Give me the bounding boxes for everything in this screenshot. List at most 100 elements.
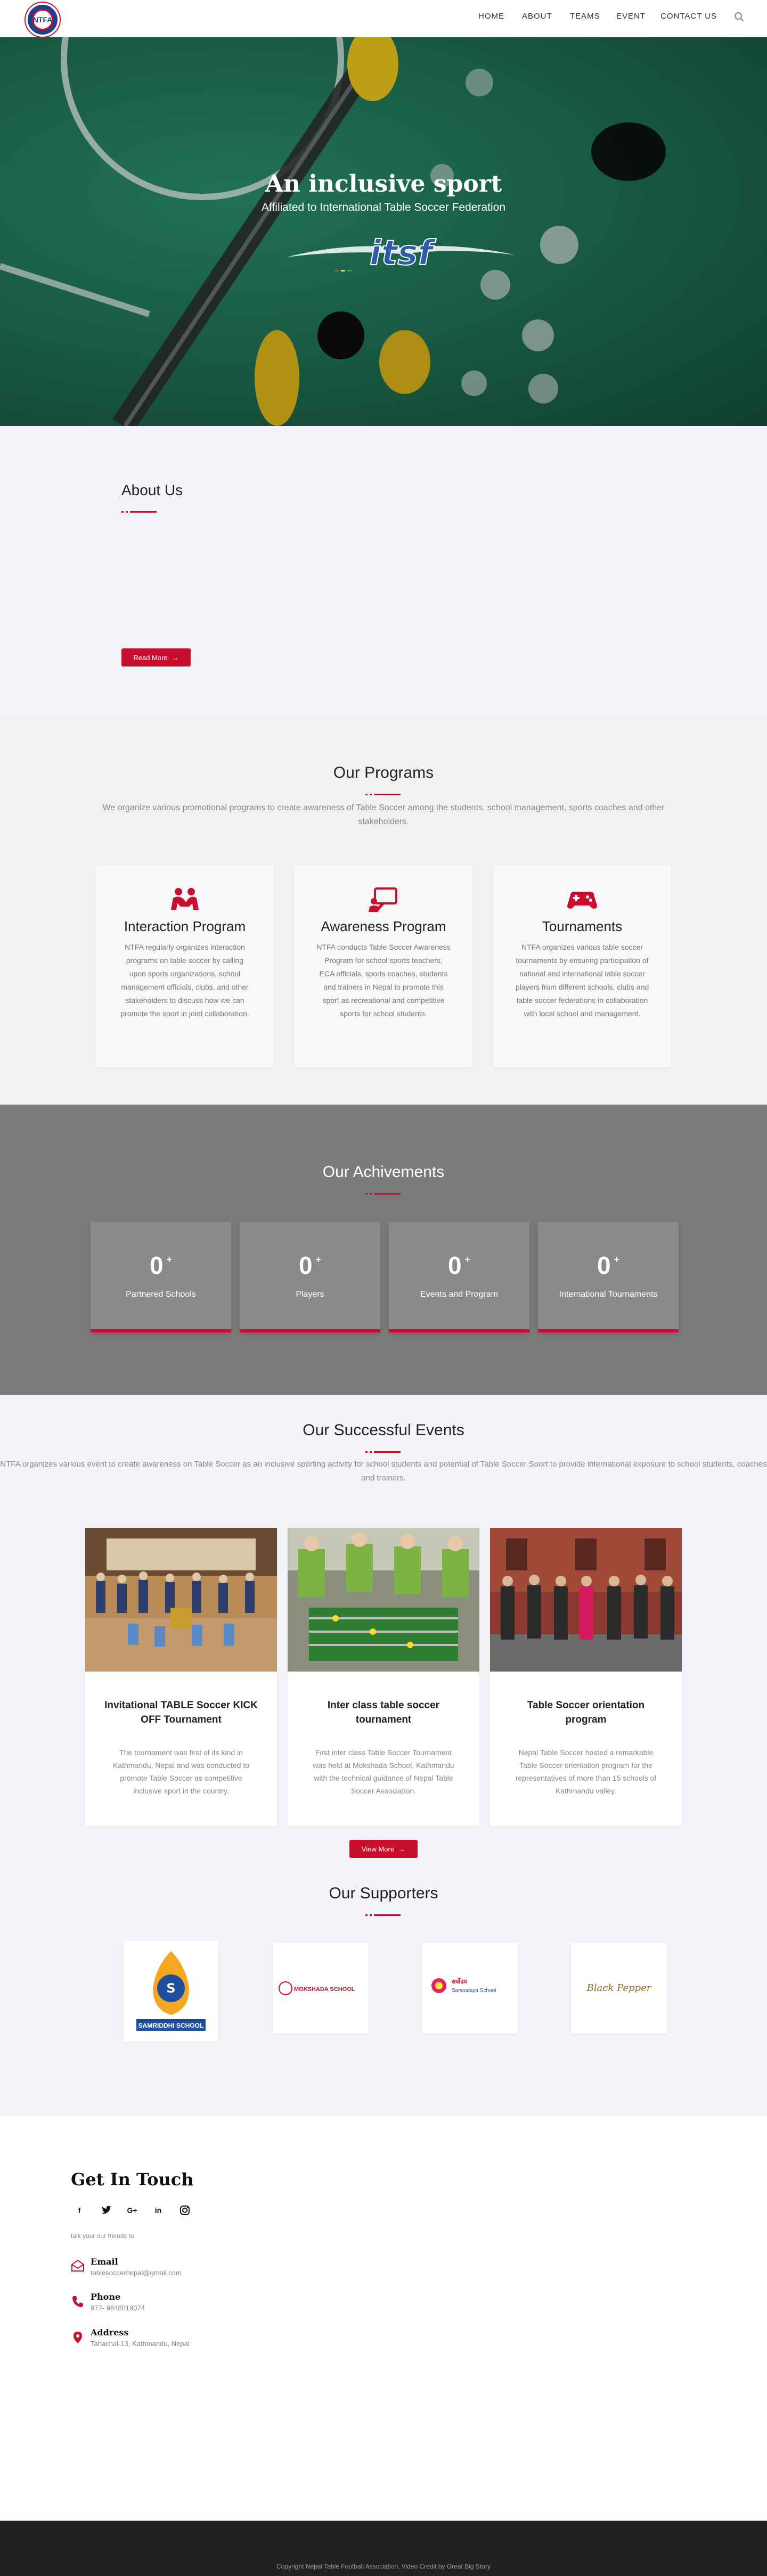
event-card: Invitational TABLE Soccer KICK OFF Tourn… (85, 1528, 277, 1826)
itsf-logo-text: itsf (370, 234, 437, 273)
gamepad-icon (567, 892, 597, 909)
achievement-accent-bar (91, 1329, 231, 1332)
about-divider (121, 511, 159, 513)
svg-text:SAMRIDDHI SCHOOL: SAMRIDDHI SCHOOL (138, 2022, 204, 2029)
nav-teams[interactable]: TEAMS (570, 12, 600, 21)
svg-text:S: S (166, 1981, 175, 1996)
contact-title: Get In Touch (71, 2169, 194, 2190)
email-value[interactable]: tablesoccernepal@gmail.com (91, 2269, 182, 2277)
programs-description: We organize various promotional programs… (102, 803, 665, 826)
nav-about[interactable]: ABOUT (522, 12, 552, 21)
presentation-icon (369, 887, 397, 912)
achievement-accent-bar (538, 1329, 679, 1332)
program-text: NTFA regularly organizes interaction pro… (120, 943, 249, 1018)
supporter-logo[interactable]: Black Pepper (571, 1943, 667, 2034)
programs-divider (365, 794, 402, 795)
footer: Copyright Nepal Table Football Associati… (0, 2521, 767, 2576)
achievement-card: 0 + Players (240, 1222, 380, 1332)
event-card: Table Soccer orientation program Nepal T… (490, 1528, 682, 1826)
achievement-plus: + (614, 1254, 620, 1265)
supporters-divider (365, 1914, 402, 1916)
contact-section: Get In Touch f G+ in talk your our frien… (0, 2116, 767, 2521)
instagram-icon[interactable] (178, 2204, 191, 2217)
google-plus-icon[interactable]: G+ (126, 2204, 138, 2217)
achievement-accent-bar (389, 1329, 529, 1332)
hero-banner: An inclusive sport Affiliated to Interna… (0, 37, 767, 426)
mokshada-school-logo: MOKSHADA SCHOOL (279, 1981, 355, 1995)
program-text: NTFA conducts Table Soccer Awareness Pro… (316, 943, 451, 1018)
read-more-button[interactable]: Read More → (121, 648, 191, 666)
program-card: Awareness Program NTFA conducts Table So… (295, 865, 472, 1067)
svg-text:Black Pepper: Black Pepper (586, 1982, 652, 1994)
address-value: Tahachal-13, Kathmandu, Nepal (91, 2340, 190, 2348)
programs-section: Our Programs We organize various promoti… (0, 716, 767, 1105)
program-title: Tournaments (542, 918, 623, 934)
events-divider (365, 1451, 402, 1453)
arrow-right-icon: → (398, 1845, 406, 1853)
achievement-label: International Tournaments (559, 1290, 658, 1299)
nav-event[interactable]: EVENT (616, 12, 646, 21)
top-navbar: NTFA HOME ABOUT TEAMS EVENT CONTACT US (0, 0, 767, 37)
site-logo[interactable]: NTFA (26, 3, 60, 37)
email-icon (71, 2259, 84, 2272)
samriddhi-school-logo: S SAMRIDDHI SCHOOL (136, 1951, 206, 2031)
itsf-logo: itsf (287, 233, 516, 274)
achievement-value: 0 (447, 1252, 462, 1279)
nav-contact-us[interactable]: CONTACT US (660, 12, 717, 21)
sarwodaya-school-logo: सर्वोदय Sarwodaya School (431, 1978, 496, 1994)
achievement-card: 0 + Partnered Schools (91, 1222, 231, 1332)
achievement-label: Events and Program (420, 1290, 498, 1299)
phone-value[interactable]: 977- 9848019074 (91, 2304, 145, 2312)
achievement-card: 0 + International Tournaments (538, 1222, 679, 1332)
event-photo (288, 1528, 479, 1672)
facebook-icon[interactable]: f (73, 2204, 86, 2217)
supporter-logo[interactable]: MOKSHADA SCHOOL (273, 1943, 369, 2034)
phone-label: Phone (91, 2292, 121, 2302)
svg-text:Sarwodaya School: Sarwodaya School (452, 1988, 496, 1994)
event-card: Inter class table soccer tournament Firs… (288, 1528, 479, 1826)
achievement-value: 0 (298, 1252, 313, 1279)
event-text: Nepal Table Soccer hosted a remarkable T… (515, 1748, 657, 1795)
view-more-label: View More (361, 1845, 395, 1853)
read-more-label: Read More (133, 653, 168, 662)
address-label: Address (91, 2327, 129, 2338)
search-icon[interactable] (733, 11, 746, 23)
achievement-accent-bar (240, 1329, 380, 1332)
view-more-button[interactable]: View More → (349, 1840, 418, 1858)
achievement-card: 0 + Events and Program (389, 1222, 529, 1332)
supporter-logo[interactable]: S SAMRIDDHI SCHOOL (124, 1940, 218, 2042)
events-section: Our Successful Events NTFA organizes var… (0, 1395, 767, 2116)
footer-copyright: Copyright Nepal Table Football Associati… (276, 2563, 491, 2570)
program-card: Interaction Program NTFA regularly organ… (96, 865, 274, 1067)
achievements-title: Our Achivements (322, 1163, 445, 1181)
achievement-label: Partnered Schools (126, 1290, 196, 1299)
program-title: Awareness Program (321, 918, 446, 934)
event-title: Table Soccer orientation program (527, 1700, 645, 1725)
logo-mark: NTFA (32, 9, 53, 30)
supporter-logo[interactable]: सर्वोदय Sarwodaya School (422, 1943, 518, 2034)
program-card: Tournaments NTFA organizes various table… (493, 865, 671, 1067)
event-photo (490, 1528, 682, 1672)
arrow-right-icon: → (172, 653, 179, 662)
event-text: The tournament was first of its kind in … (112, 1748, 250, 1795)
event-title: Invitational TABLE Soccer KICK OFF Tourn… (104, 1700, 258, 1725)
achievement-plus: + (464, 1254, 471, 1265)
hero-subtitle: Affiliated to International Table Soccer… (261, 201, 505, 213)
email-label: Email (91, 2257, 118, 2267)
program-title: Interaction Program (124, 918, 246, 934)
achievement-value: 0 (149, 1252, 164, 1279)
achievement-label: Players (296, 1290, 324, 1299)
nav-home[interactable]: HOME (478, 12, 504, 21)
achievements-section: Our Achivements 0 + Partnered Schools 0 + … (0, 1105, 767, 1395)
event-photo (85, 1528, 277, 1672)
people-icon (171, 888, 199, 910)
achievement-plus: + (166, 1254, 173, 1265)
about-section: About Us Read More → (0, 426, 767, 716)
supporters-title: Our Supporters (329, 1884, 438, 1902)
linkedin-icon[interactable]: in (152, 2204, 165, 2217)
about-title: About Us (121, 482, 183, 498)
twitter-icon[interactable] (100, 2204, 113, 2217)
event-title: Inter class table soccer tournament (327, 1700, 440, 1725)
svg-text:MOKSHADA SCHOOL: MOKSHADA SCHOOL (294, 1986, 355, 1993)
achievement-plus: + (315, 1254, 322, 1265)
